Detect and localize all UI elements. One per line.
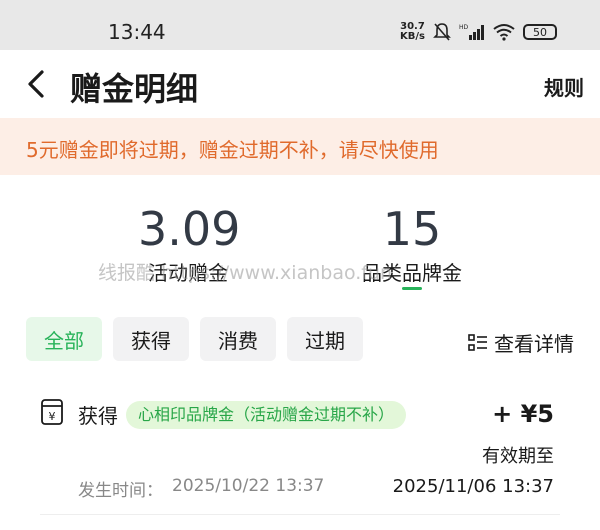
record-time: 2025/10/22 13:37 — [172, 476, 325, 496]
rules-link[interactable]: 规则 — [544, 72, 584, 101]
view-details-label: 查看详情 — [494, 332, 574, 356]
page-title: 赠金明细 — [70, 70, 199, 108]
status-bar: 13:44 30.7 KB/s HD 50 — [0, 0, 600, 50]
network-speed-unit: KB/s — [400, 31, 425, 42]
filter-tab-all[interactable]: 全部 — [26, 317, 102, 361]
signal-icon: HD — [459, 24, 484, 40]
divider — [40, 514, 560, 515]
status-time: 13:44 — [108, 20, 166, 44]
expiry-notice-text: 5元赠金即将过期，赠金过期不补，请尽快使用 — [26, 138, 439, 162]
filter-tab-earned[interactable]: 获得 — [113, 317, 189, 361]
bell-off-icon — [433, 23, 451, 41]
svg-text:HD: HD — [459, 24, 469, 31]
watermark: 线报酷 https://www.xianbao.fun — [98, 262, 393, 284]
record-type: 获得 — [78, 404, 118, 428]
selected-stat-indicator — [402, 287, 422, 290]
wallet-icon: ¥ — [41, 399, 63, 425]
record-amount: + ¥5 — [492, 400, 554, 428]
view-details-button[interactable]: 查看详情 — [468, 328, 574, 357]
filter-tabs: 全部 获得 消费 过期 — [26, 317, 363, 361]
battery-indicator: 50 — [522, 24, 557, 40]
record-tag: 心相印品牌金（活动赠金过期不补） — [126, 401, 407, 429]
category-brand-value: 15 — [382, 202, 442, 256]
network-speed: 30.7 KB/s — [400, 22, 425, 42]
record-valid-until-label: 有效期至 — [482, 446, 554, 467]
filter-tab-expired[interactable]: 过期 — [287, 317, 363, 361]
back-arrow-icon[interactable] — [22, 68, 50, 100]
list-icon — [468, 333, 487, 351]
svg-text:¥: ¥ — [49, 410, 56, 423]
app-header: 赠金明细 规则 — [0, 50, 600, 118]
record-time-label: 发生时间： — [78, 481, 163, 501]
status-icons: 30.7 KB/s HD 50 — [400, 22, 557, 42]
activity-bonus-value: 3.09 — [138, 202, 241, 256]
filter-tab-spent[interactable]: 消费 — [200, 317, 276, 361]
expiry-notice-banner: 5元赠金即将过期，赠金过期不补，请尽快使用 — [0, 118, 600, 175]
record-expiry: 2025/11/06 13:37 — [392, 476, 554, 497]
wifi-icon — [493, 24, 515, 41]
